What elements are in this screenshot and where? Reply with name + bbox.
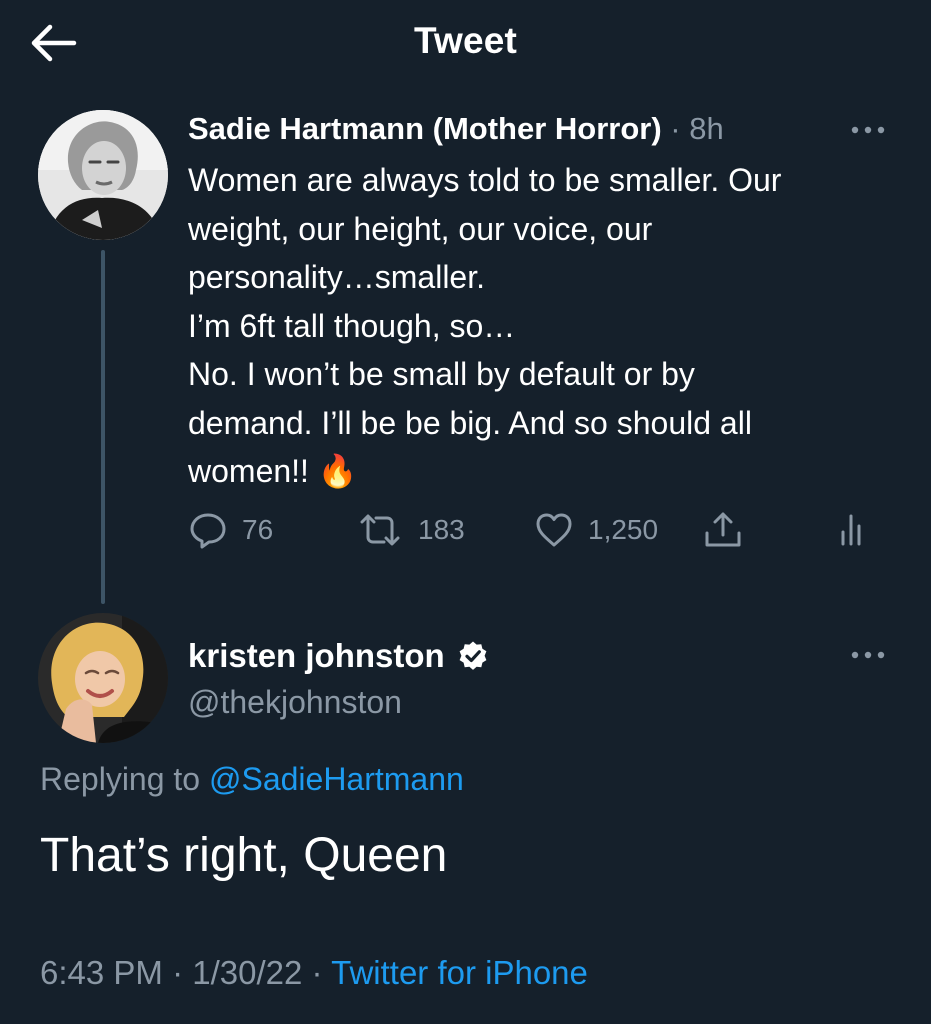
- page-title: Tweet: [413, 20, 518, 61]
- like-count: 1,250: [588, 514, 659, 545]
- avatar-kristen-johnston[interactable]: [38, 613, 168, 743]
- avatar-photo: [38, 110, 168, 240]
- reply-button[interactable]: 76: [188, 506, 273, 554]
- verified-badge-icon: [459, 641, 487, 670]
- parent-tweet-text: Women are always told to be smaller. Our…: [188, 156, 903, 496]
- analytics-icon: [841, 514, 861, 546]
- meta-separator: ·: [172, 954, 184, 991]
- parent-tweet-time[interactable]: 8h: [689, 111, 723, 146]
- avatar-photo: [38, 613, 168, 743]
- like-button[interactable]: 1,250: [534, 506, 658, 554]
- share-button[interactable]: [702, 506, 744, 554]
- tweet-text-last-line: women!! 🔥: [188, 447, 903, 496]
- tweet-text-line: personality…smaller.: [188, 259, 485, 295]
- tweet-text-line: No. I won’t be small by default or by: [188, 356, 695, 392]
- replying-to-line: Replying to @SadieHartmann: [40, 757, 464, 801]
- tweet-source-link[interactable]: Twitter for iPhone: [331, 954, 588, 991]
- tweet-text-line: women!!: [188, 453, 309, 489]
- tweet-text-line: weight, our height, our voice, our: [188, 210, 653, 247]
- tweet-time: 6:43 PM: [40, 954, 163, 991]
- tweet-date: 1/30/22: [192, 954, 303, 991]
- meta-separator: ·: [311, 954, 323, 991]
- parent-more-button[interactable]: [846, 115, 890, 145]
- retweet-icon: [360, 514, 400, 546]
- thread-connector-line: [101, 250, 105, 604]
- heart-icon: [536, 513, 572, 547]
- top-bar: Tweet: [0, 0, 931, 90]
- replying-prefix: Replying to: [40, 761, 201, 797]
- retweet-count: 183: [418, 514, 465, 545]
- reply-more-button[interactable]: [846, 640, 890, 670]
- replying-to-link[interactable]: @SadieHartmann: [209, 761, 464, 797]
- parent-author-name[interactable]: Sadie Hartmann (Mother Horror): [188, 111, 662, 146]
- retweet-button[interactable]: 183: [356, 506, 465, 554]
- tweet-text-line: I’m 6ft tall though, so…: [188, 307, 516, 344]
- reply-author-name[interactable]: kristen johnston: [188, 634, 445, 678]
- tweet-text-line: Women are always told to be smaller. Our: [188, 162, 782, 198]
- share-icon: [705, 512, 741, 547]
- avatar-sadie-hartmann[interactable]: [38, 110, 168, 240]
- header-separator: ·: [670, 111, 681, 146]
- reply-author-name-row: kristen johnston: [188, 634, 489, 678]
- tweet-action-bar: 76 183 1,250: [188, 506, 888, 554]
- tweet-text-line: demand. I’ll be be big. And so should al…: [188, 404, 752, 441]
- more-horizontal-icon: [851, 126, 885, 134]
- reply-tweet-text: That’s right, Queen: [40, 829, 448, 882]
- analytics-button[interactable]: [838, 506, 870, 554]
- parent-tweet-header: Sadie Hartmann (Mother Horror) · 8h: [188, 107, 724, 151]
- tweet-meta-line: 6:43 PM · 1/30/22 · Twitter for iPhone: [40, 951, 588, 995]
- more-horizontal-icon: [851, 651, 885, 659]
- fire-emoji: 🔥: [317, 453, 358, 489]
- reply-count: 76: [242, 514, 274, 545]
- reply-author-handle[interactable]: @thekjohnston: [188, 680, 402, 724]
- reply-icon: [190, 513, 226, 549]
